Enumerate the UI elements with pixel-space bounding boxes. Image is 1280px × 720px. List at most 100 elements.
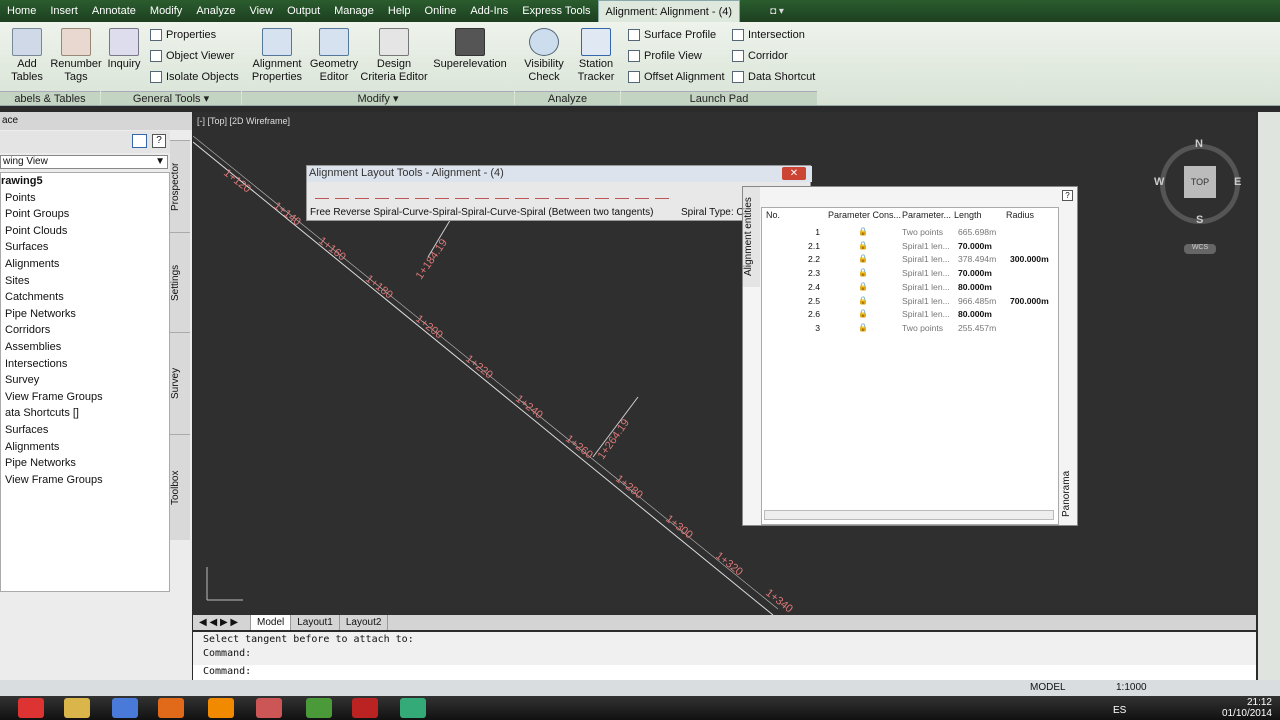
palette-tab-prospector[interactable]: Prospector — [170, 140, 190, 232]
compass-east[interactable]: E — [1234, 176, 1241, 188]
explorer-icon[interactable] — [64, 698, 90, 718]
quick-access-icon[interactable]: ◘ ▾ — [770, 6, 784, 17]
command-input[interactable]: Command: — [193, 665, 1256, 680]
tree-node[interactable]: View Frame Groups — [1, 389, 169, 406]
layout-tool-icon[interactable] — [575, 185, 589, 199]
lock-icon[interactable]: 🔒 — [858, 282, 868, 291]
isolate-objects-button[interactable]: Isolate Objects — [150, 71, 239, 83]
annotation-scale[interactable]: 1:1000 — [1116, 682, 1147, 693]
toolspace-toolbar[interactable]: ? — [0, 131, 170, 153]
superelevation-button[interactable]: Superelevation — [432, 28, 508, 71]
tree-node[interactable]: Point Clouds — [1, 223, 169, 240]
layout-tool-icon[interactable] — [615, 185, 629, 199]
tree-node[interactable]: ata Shortcuts [] — [1, 405, 169, 422]
design-criteria-button[interactable]: Design Criteria Editor — [360, 28, 428, 84]
compass-south[interactable]: S — [1196, 214, 1203, 226]
alignment-layout-tools-title[interactable]: Alignment Layout Tools - Alignment - (4) — [307, 166, 812, 182]
app-icon-2[interactable] — [400, 698, 426, 718]
table-row[interactable]: 2.6 Spiral1 len... 80.000m 🔒 — [762, 308, 1060, 322]
civil3d-icon[interactable] — [352, 698, 378, 718]
panorama-tab[interactable]: Panorama — [1061, 457, 1075, 517]
visibility-check-button[interactable]: Visibility Check — [522, 28, 566, 84]
menu-output[interactable]: Output — [280, 0, 327, 22]
menu-insert[interactable]: Insert — [43, 0, 85, 22]
menu-add-ins[interactable]: Add-Ins — [463, 0, 515, 22]
tree-node[interactable]: View Frame Groups — [1, 472, 169, 489]
layout-tool-icon[interactable] — [635, 185, 649, 199]
inquiry-button[interactable]: Inquiry — [106, 28, 142, 71]
wcs-menu[interactable]: WCS — [1184, 244, 1216, 254]
offset-alignment-button[interactable]: Offset Alignment — [628, 71, 725, 83]
tree-node[interactable]: Catchments — [1, 289, 169, 306]
tree-node[interactable]: Pipe Networks — [1, 455, 169, 472]
tree-node[interactable]: Survey — [1, 372, 169, 389]
help-icon[interactable]: ? — [1062, 190, 1073, 201]
palette-tab-settings[interactable]: Settings — [170, 232, 190, 332]
tree-node[interactable]: Surfaces — [1, 239, 169, 256]
table-row[interactable]: 2.5 Spiral1 len... 966.485m 700.000m 🔒 — [762, 295, 1060, 309]
vlc-icon[interactable] — [208, 698, 234, 718]
add-tables-button[interactable]: Add Tables — [8, 28, 46, 84]
table-row[interactable]: 2.2 Spiral1 len... 378.494m 300.000m 🔒 — [762, 253, 1060, 267]
lock-icon[interactable]: 🔒 — [858, 268, 868, 277]
menu-express-tools[interactable]: Express Tools — [515, 0, 597, 22]
cube-top-face[interactable]: TOP — [1184, 166, 1216, 198]
layout-tool-icon[interactable] — [655, 185, 669, 199]
col-header-radius[interactable]: Radius — [1006, 210, 1034, 220]
app-icon[interactable] — [112, 698, 138, 718]
model-space-toggle[interactable]: MODEL — [1030, 682, 1066, 693]
geometry-editor-button[interactable]: Geometry Editor — [308, 28, 360, 84]
menu-manage[interactable]: Manage — [327, 0, 381, 22]
tree-node[interactable]: Pipe Networks — [1, 306, 169, 323]
table-row[interactable]: 2.4 Spiral1 len... 80.000m 🔒 — [762, 281, 1060, 295]
tree-node[interactable]: rawing5 — [1, 173, 169, 190]
media-icon[interactable] — [158, 698, 184, 718]
object-viewer-button[interactable]: Object Viewer — [150, 50, 234, 62]
tab-model[interactable]: Model — [251, 615, 292, 630]
menu-modify[interactable]: Modify — [143, 0, 189, 22]
layout-tool-icon[interactable] — [335, 185, 349, 199]
view-select[interactable]: wing View ▼ — [0, 155, 168, 169]
general-tools-panel-title[interactable]: General Tools ▾ — [101, 91, 241, 105]
layout-tool-icon[interactable] — [475, 185, 489, 199]
surface-profile-button[interactable]: Surface Profile — [628, 29, 716, 41]
col-header-param[interactable]: Parameter... — [902, 210, 951, 220]
layout-tool-icon[interactable] — [495, 185, 509, 199]
palette-view-icon[interactable] — [132, 134, 147, 148]
menu-view[interactable]: View — [242, 0, 280, 22]
tree-node[interactable]: Alignments — [1, 256, 169, 273]
tab-nav-arrows[interactable]: ◀ ◀ ▶ ▶ — [193, 615, 251, 630]
corridor-button[interactable]: Corridor — [732, 50, 788, 62]
layout-tool-icon[interactable] — [315, 185, 329, 199]
layout-tool-icon[interactable] — [555, 185, 569, 199]
help-icon[interactable]: ? — [152, 134, 166, 148]
intersection-button[interactable]: Intersection — [732, 29, 805, 41]
layout-tool-icon[interactable] — [515, 185, 529, 199]
alignment-entities-tab[interactable]: Alignment entities — [743, 187, 760, 287]
layout-tool-icon[interactable] — [455, 185, 469, 199]
profile-view-button[interactable]: Profile View — [628, 50, 702, 62]
layout-tool-icon[interactable] — [355, 185, 369, 199]
menu-annotate[interactable]: Annotate — [85, 0, 143, 22]
lock-icon[interactable]: 🔒 — [858, 309, 868, 318]
horizontal-scrollbar[interactable] — [764, 510, 1054, 520]
tree-node[interactable]: Assemblies — [1, 339, 169, 356]
chrome-icon[interactable] — [18, 698, 44, 718]
tree-node[interactable]: Corridors — [1, 322, 169, 339]
language-indicator[interactable]: ES — [1113, 705, 1126, 716]
lock-icon[interactable]: 🔒 — [858, 323, 868, 332]
tree-node[interactable]: Sites — [1, 273, 169, 290]
menu-analyze[interactable]: Analyze — [189, 0, 242, 22]
data-shortcut-button[interactable]: Data Shortcut — [732, 71, 815, 83]
palette-tab-toolbox[interactable]: Toolbox — [170, 434, 190, 540]
layout-tool-icon[interactable] — [535, 185, 549, 199]
col-header-length[interactable]: Length — [954, 210, 982, 220]
table-row[interactable]: 3 Two points 255.457m 🔒 — [762, 322, 1060, 336]
tree-node[interactable]: Intersections — [1, 356, 169, 373]
tree-node[interactable]: Point Groups — [1, 206, 169, 223]
lock-icon[interactable]: 🔒 — [858, 254, 868, 263]
compass-north[interactable]: N — [1195, 138, 1203, 150]
layout-tool-icon[interactable] — [375, 185, 389, 199]
matlab-icon[interactable] — [256, 698, 282, 718]
system-clock[interactable]: 21:12 01/10/2014 — [1222, 697, 1272, 719]
